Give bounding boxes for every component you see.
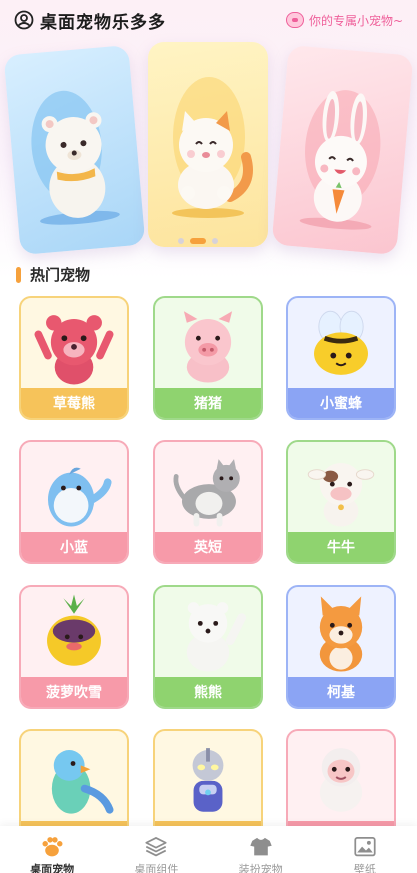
tshirt-icon: [249, 837, 272, 856]
carousel-dot[interactable]: [178, 238, 184, 244]
white-bear-image: [40, 112, 120, 225]
carousel-dot-active[interactable]: [190, 238, 206, 244]
banner-carousel[interactable]: [0, 40, 417, 256]
pet-name: 猪猪: [155, 388, 261, 418]
pet-name: 熊熊: [155, 677, 261, 707]
nav-label: 装扮宠物: [238, 863, 283, 873]
polar-bear-image: [186, 602, 247, 672]
sheep-image: [319, 748, 363, 812]
white-rabbit-image: [299, 90, 372, 230]
pet-card-corgi[interactable]: 柯基: [286, 585, 396, 709]
pet-card-pineapple[interactable]: 菠萝吹雪: [19, 585, 129, 709]
nav-desktop-pet[interactable]: 桌面宠物: [0, 826, 104, 873]
pet-card-strawberry-bear[interactable]: 草莓熊: [19, 296, 129, 420]
white-cat-image: [172, 111, 253, 218]
pet-card-cow[interactable]: 牛牛: [286, 440, 396, 564]
nav-label: 桌面组件: [134, 863, 179, 873]
app-title: 桌面宠物乐多多: [40, 12, 166, 33]
section-accent-bar: [16, 266, 21, 283]
nav-label: 桌面宠物: [30, 863, 75, 873]
ultraman-image: [192, 748, 224, 812]
bottom-nav: 桌面宠物 桌面组件 装扮宠物 壁纸: [0, 826, 417, 873]
section-title: 热门宠物: [30, 266, 91, 284]
carousel-slide-cat[interactable]: [148, 42, 268, 247]
nav-label: 壁纸: [353, 863, 376, 873]
parrot-image: [51, 750, 114, 814]
user-icon[interactable]: [14, 10, 34, 30]
cow-image: [307, 462, 375, 527]
layers-icon: [145, 837, 167, 857]
section-header: 热门宠物: [16, 264, 90, 285]
carousel-slide-rabbit[interactable]: [271, 44, 414, 256]
pet-card-little-blue[interactable]: 小蓝: [19, 440, 129, 564]
pet-name: 小蓝: [21, 532, 127, 562]
pet-name: 牛牛: [288, 532, 394, 562]
pet-card-polar-bear[interactable]: 熊熊: [153, 585, 263, 709]
paw-icon: [42, 837, 63, 857]
pet-name: 柯基: [288, 677, 394, 707]
pet-name: 英短: [155, 532, 261, 562]
carousel-dot[interactable]: [212, 238, 218, 244]
nav-dress-up[interactable]: 装扮宠物: [209, 826, 313, 873]
pet-card-pig[interactable]: 猪猪: [153, 296, 263, 420]
little-blue-image: [47, 467, 112, 527]
british-shorthair-image: [173, 459, 240, 527]
carousel-slide-bear[interactable]: [3, 44, 146, 256]
pet-name: 菠萝吹雪: [21, 677, 127, 707]
subtitle-text: 你的专属小宠物~: [308, 13, 403, 28]
header-subtitle: 你的专属小宠物~: [285, 12, 403, 29]
pig-image: [183, 311, 233, 383]
corgi-image: [319, 596, 363, 672]
nav-wallpaper[interactable]: 壁纸: [313, 826, 417, 873]
strawberry-bear-image: [34, 315, 114, 385]
pet-name: 草莓熊: [21, 388, 127, 418]
bee-image: [314, 310, 368, 375]
pineapple-image: [47, 594, 101, 666]
pet-name: 小蜜蜂: [288, 388, 394, 418]
nav-desktop-widget[interactable]: 桌面组件: [104, 826, 208, 873]
carousel-dots[interactable]: [178, 238, 218, 244]
pig-badge-icon: [285, 12, 304, 28]
pet-card-british-shorthair[interactable]: 英短: [153, 440, 263, 564]
top-bar: 桌面宠物乐多多 你的专属小宠物~: [0, 0, 417, 40]
picture-icon: [354, 837, 376, 857]
pet-card-bee[interactable]: 小蜜蜂: [286, 296, 396, 420]
